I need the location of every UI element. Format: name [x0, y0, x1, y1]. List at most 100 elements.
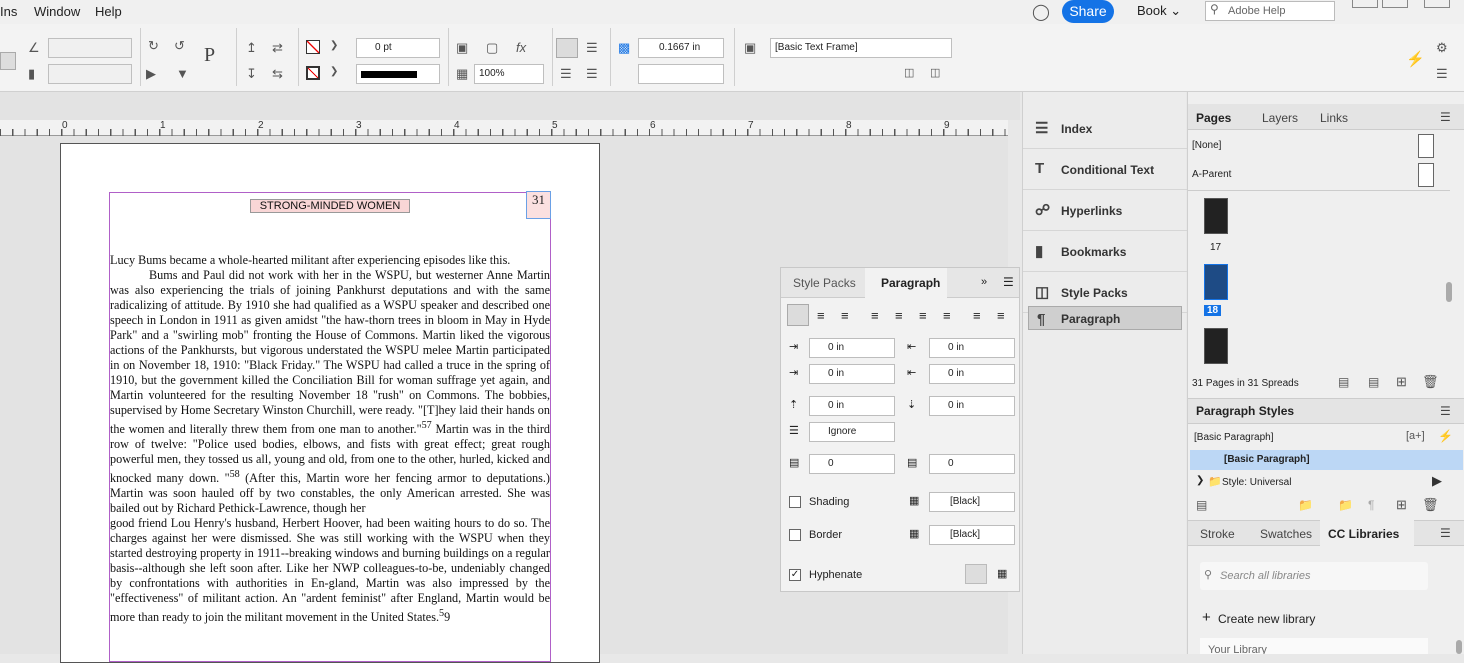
align-top-button[interactable]: [556, 38, 578, 58]
clear-overrides-icon[interactable]: ◫: [904, 66, 914, 79]
flip-horizontal-icon[interactable]: ▶: [146, 66, 156, 82]
justify-right-icon[interactable]: ≡: [919, 308, 927, 323]
panel-index[interactable]: ☰ Index: [1023, 108, 1187, 149]
libraries-scrollbar[interactable]: [1456, 640, 1462, 654]
corner-options-icon[interactable]: ▣: [456, 40, 468, 56]
effects-fx-icon[interactable]: fx: [516, 40, 526, 55]
close-button[interactable]: [1424, 0, 1450, 8]
panel-conditional-text[interactable]: T Conditional Text: [1023, 149, 1187, 190]
edit-page-size-icon[interactable]: ▤: [1338, 375, 1349, 389]
add-style-icon[interactable]: ⊞: [1396, 497, 1407, 513]
stroke-weight-field[interactable]: 0 pt: [356, 38, 440, 58]
quick-apply-icon[interactable]: ⚡: [1438, 429, 1453, 443]
align-center-icon[interactable]: ≡: [817, 308, 825, 323]
folder-icon[interactable]: 📁: [1298, 498, 1313, 512]
quick-apply-icon[interactable]: ⚡: [1406, 50, 1425, 68]
delete-icon[interactable]: 🗑: [1422, 374, 1439, 390]
shading-color-select[interactable]: [Black]: [929, 492, 1015, 512]
left-indent-field[interactable]: 0 in: [809, 338, 895, 358]
a-parent-thumb[interactable]: [1418, 163, 1434, 187]
shading-checkbox[interactable]: [789, 496, 801, 508]
delete-icon[interactable]: 🗑: [1422, 497, 1439, 513]
drop-cap-lines-field[interactable]: 0: [809, 454, 895, 474]
help-search-input[interactable]: Adobe Help: [1205, 1, 1335, 21]
select-container-icon[interactable]: ↥: [246, 40, 257, 56]
page-thumbnail-selected[interactable]: [1204, 264, 1228, 300]
expand-icon[interactable]: »: [981, 276, 987, 288]
page-thumbnail[interactable]: [1204, 198, 1228, 234]
panel-menu-icon[interactable]: ☰: [1440, 526, 1451, 540]
object-style-select[interactable]: [Basic Text Frame]: [770, 38, 952, 58]
stroke-color-select[interactable]: [638, 64, 724, 84]
right-indent-field[interactable]: 0 in: [929, 338, 1015, 358]
tab-layers[interactable]: Layers: [1262, 111, 1298, 125]
clear-overrides-icon[interactable]: ¶: [1368, 498, 1374, 512]
space-after-field[interactable]: 0 in: [929, 396, 1015, 416]
library-search-input[interactable]: ⚲ Search all libraries: [1200, 562, 1428, 590]
none-parent-thumb[interactable]: [1418, 134, 1434, 158]
drop-shadow-icon[interactable]: ▢: [486, 40, 498, 56]
paragraph-styles-title[interactable]: Paragraph Styles: [1196, 404, 1294, 418]
new-style-override-icon[interactable]: [a+]: [1406, 430, 1425, 442]
drop-cap-chars-field[interactable]: 0: [929, 454, 1015, 474]
pages-scrollbar[interactable]: [1446, 282, 1452, 302]
tab-stroke[interactable]: Stroke: [1200, 527, 1235, 541]
gutter-field[interactable]: 0.1667 in: [638, 38, 724, 58]
align-away-spine-icon[interactable]: ≡: [997, 308, 1005, 323]
tab-cc-libraries[interactable]: CC Libraries: [1328, 527, 1399, 541]
style-group[interactable]: Style: Universal: [1222, 477, 1291, 488]
library-item[interactable]: Your Library: [1200, 638, 1428, 654]
border-settings-icon[interactable]: ▦: [909, 527, 919, 540]
justify-all-icon[interactable]: ≡: [943, 308, 951, 323]
stroke-menu-chevron-icon[interactable]: ❯: [330, 66, 338, 77]
shading-settings-icon[interactable]: ▦: [909, 494, 919, 507]
panel-menu-icon[interactable]: ☰: [1440, 404, 1451, 418]
justify-left-icon[interactable]: ≡: [871, 308, 879, 323]
fill-menu-chevron-icon[interactable]: ❯: [330, 40, 338, 51]
hyphenate-checkbox[interactable]: ✓: [789, 569, 801, 581]
create-library-button[interactable]: Create new library: [1218, 612, 1315, 626]
page-number-marker[interactable]: 31: [526, 191, 551, 219]
tab-pages[interactable]: Pages: [1196, 111, 1231, 125]
plus-icon[interactable]: +: [1202, 609, 1211, 626]
align-left-button[interactable]: [787, 304, 809, 326]
opacity-field[interactable]: 100%: [474, 64, 544, 84]
justify-center-icon[interactable]: ≡: [895, 308, 903, 323]
space-before-field[interactable]: 0 in: [809, 396, 895, 416]
clear-non-style-icon[interactable]: ◫: [930, 66, 940, 79]
align-center-icon[interactable]: ☰: [586, 40, 598, 56]
maximize-button[interactable]: [1382, 0, 1408, 8]
play-icon[interactable]: ▶: [1432, 473, 1442, 489]
panel-hyperlinks[interactable]: ☍ Hyperlinks: [1023, 190, 1187, 231]
tab-paragraph[interactable]: Paragraph: [881, 276, 940, 290]
align-to-grid-select[interactable]: Ignore: [809, 422, 895, 442]
tab-links[interactable]: Links: [1320, 111, 1348, 125]
panel-menu-icon[interactable]: ☰: [1440, 110, 1451, 124]
tab-style-packs[interactable]: Style Packs: [793, 276, 856, 290]
menu-help[interactable]: Help: [95, 4, 122, 19]
align-towards-spine-icon[interactable]: ≡: [973, 308, 981, 323]
first-line-indent-field[interactable]: 0 in: [809, 364, 895, 384]
add-page-icon[interactable]: ⊞: [1396, 374, 1407, 390]
lightbulb-icon[interactable]: ◯: [1032, 2, 1050, 22]
a-parent[interactable]: A-Parent: [1192, 169, 1231, 180]
menu-ins[interactable]: Ins: [0, 4, 17, 19]
panel-menu-icon[interactable]: ☰: [1003, 275, 1014, 289]
select-next-icon[interactable]: ⇆: [272, 66, 283, 82]
fill-swatch-icon[interactable]: [306, 40, 320, 54]
share-button[interactable]: Share: [1062, 0, 1114, 23]
workspace-switcher[interactable]: Book ⌄: [1137, 3, 1181, 19]
flip-vertical-icon[interactable]: ▼: [176, 66, 189, 81]
last-line-indent-field[interactable]: 0 in: [929, 364, 1015, 384]
new-spread-icon[interactable]: ▤: [1368, 375, 1379, 389]
span-columns-icon[interactable]: ▦: [997, 567, 1007, 580]
panel-menu-icon[interactable]: ☰: [1436, 66, 1448, 82]
border-checkbox[interactable]: [789, 529, 801, 541]
load-styles-icon[interactable]: ▤: [1196, 498, 1207, 512]
align-bottom-icon[interactable]: ☰: [560, 66, 572, 82]
frame-reference-icon[interactable]: P: [204, 44, 215, 67]
minimize-button[interactable]: [1352, 0, 1378, 8]
chevron-right-icon[interactable]: ❯: [1196, 475, 1204, 486]
panel-bookmarks[interactable]: ▮ Bookmarks: [1023, 231, 1187, 272]
balance-ragged-icon[interactable]: [965, 564, 987, 584]
